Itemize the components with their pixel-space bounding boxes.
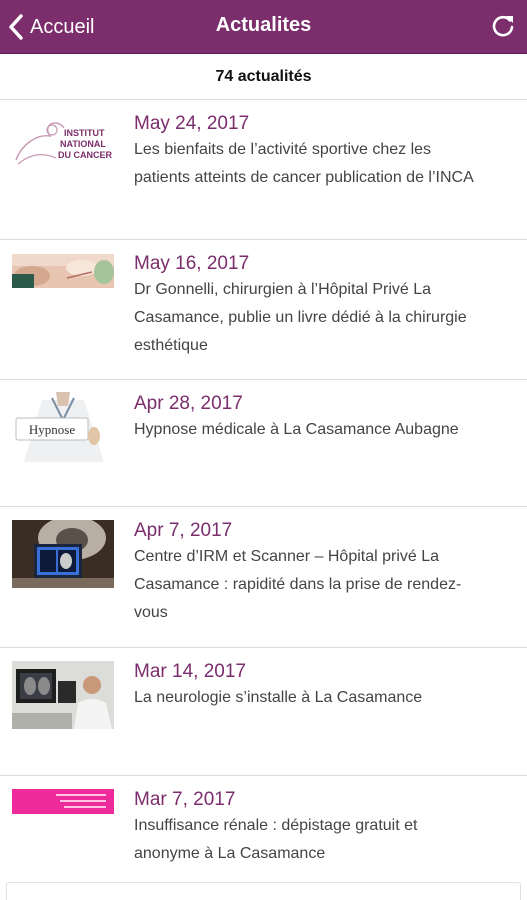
list-item[interactable]: Mar 14, 2017 La neurologie s’installe à … [0, 648, 527, 776]
surgery-photo-icon [12, 254, 114, 288]
list-item[interactable]: INSTITUT NATIONAL DU CANCER May 24, 2017… [0, 100, 527, 240]
news-thumbnail-insuffisance-renale [12, 789, 114, 814]
news-date: Apr 28, 2017 [134, 393, 243, 414]
list-item[interactable]: Hypnose Apr 28, 2017 Hypnose médicale à … [0, 380, 527, 507]
news-count: 74 actualités [0, 54, 527, 100]
news-date: Mar 7, 2017 [134, 789, 236, 810]
news-thumbnail-inca: INSTITUT NATIONAL DU CANCER [12, 114, 114, 168]
navigation-bar: Accueil Actualites [0, 0, 527, 54]
news-text: Centre d’IRM et Scanner – Hôpital privé … [134, 548, 462, 621]
news-text: Les bienfaits de l’activité sportive che… [134, 141, 474, 186]
list-item[interactable]: Mar 7, 2017 Insuffisance rénale : dépist… [0, 776, 527, 886]
svg-text:Hypnose: Hypnose [29, 422, 75, 437]
svg-text:DU CANCER: DU CANCER [58, 150, 113, 160]
back-button-label: Accueil [30, 15, 95, 38]
refresh-button[interactable] [489, 13, 517, 41]
neurologie-photo-icon [12, 661, 114, 729]
irm-photo-icon [12, 520, 114, 588]
hypnose-photo-icon: Hypnose [12, 392, 114, 462]
list-item[interactable]: Apr 7, 2017 Centre d’IRM et Scanner – Hô… [0, 507, 527, 648]
news-thumbnail-irm [12, 520, 114, 588]
news-date: May 16, 2017 [134, 253, 250, 274]
svg-text:INSTITUT: INSTITUT [64, 128, 105, 138]
back-button[interactable]: Accueil [8, 10, 94, 44]
news-date: Mar 14, 2017 [134, 661, 246, 682]
list-item[interactable]: May 16, 2017 Dr Gonnelli, chirurgien à l… [0, 240, 527, 380]
next-list-item-partial[interactable] [6, 882, 521, 900]
inca-logo-icon: INSTITUT NATIONAL DU CANCER [12, 114, 114, 168]
news-thumbnail-neurologie [12, 661, 114, 729]
news-thumbnail-hypnose: Hypnose [12, 392, 114, 462]
news-text: La neurologie s’installe à La Casamance [134, 689, 423, 706]
news-text: Dr Gonnelli, chirurgien à l’Hôpital Priv… [134, 281, 467, 354]
chevron-left-icon [9, 14, 23, 40]
news-thumbnail-surgery [12, 254, 114, 288]
news-text: Hypnose médicale à La Casamance Aubagne [134, 421, 459, 438]
svg-text:NATIONAL: NATIONAL [60, 139, 106, 149]
pink-banner-icon [12, 789, 114, 814]
news-date: May 24, 2017 [134, 113, 250, 134]
refresh-icon [492, 15, 514, 37]
news-date: Apr 7, 2017 [134, 520, 233, 541]
news-text: Insuffisance rénale : dépistage gratuit … [134, 817, 418, 862]
news-list: INSTITUT NATIONAL DU CANCER May 24, 2017… [0, 100, 527, 886]
